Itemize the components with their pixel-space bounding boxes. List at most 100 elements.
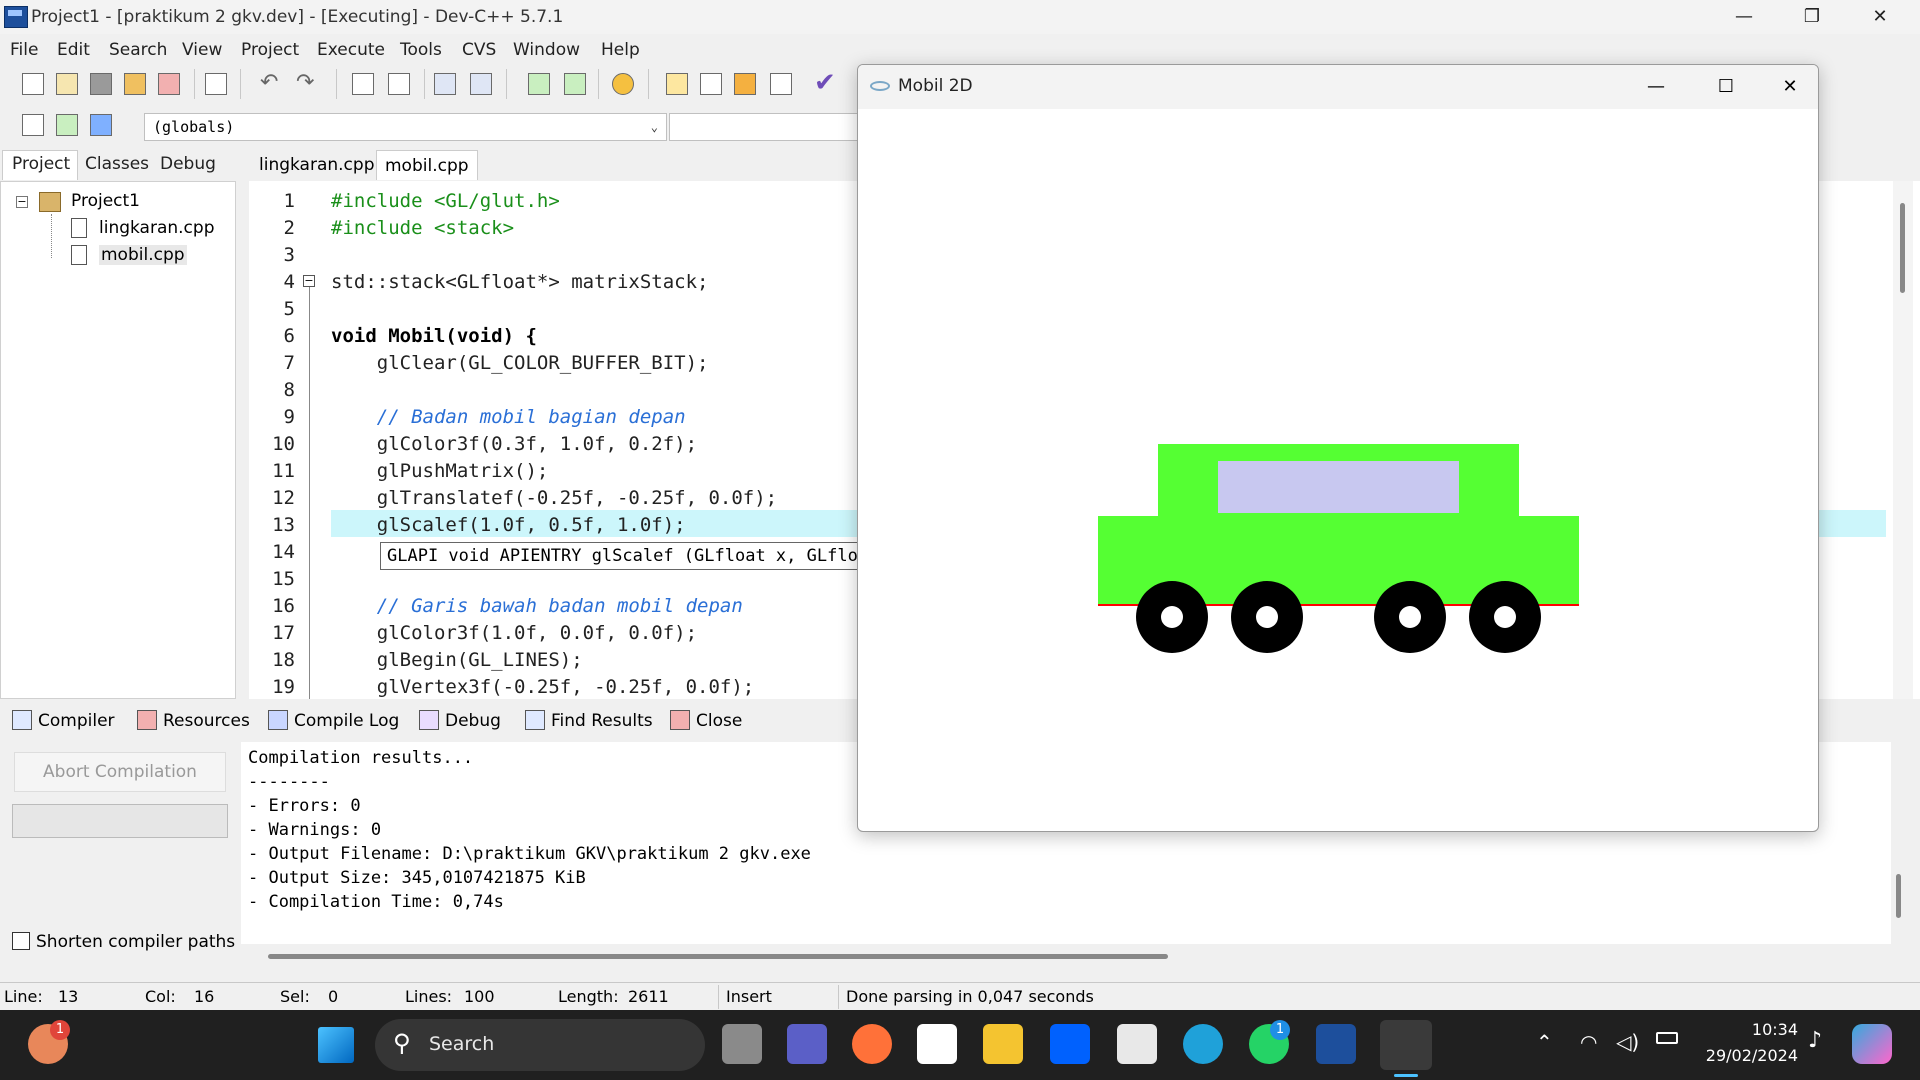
maximize-button[interactable]: ☐ (1698, 65, 1754, 109)
redo-icon[interactable]: ↷ (296, 70, 314, 95)
close-file-icon[interactable] (158, 73, 180, 95)
menu-search[interactable]: Search (109, 40, 167, 60)
dropbox-icon[interactable] (1050, 1024, 1090, 1064)
minimize-button[interactable]: — (1628, 65, 1684, 109)
toggle-bookmark-icon[interactable] (56, 114, 78, 136)
clock-time[interactable]: 10:34 (1730, 1020, 1798, 1039)
tab-project[interactable]: Project (12, 154, 70, 174)
abort-compilation-button[interactable]: Abort Compilation (14, 752, 226, 792)
chevron-up-icon[interactable]: ⌃ (1536, 1030, 1553, 1054)
tab-compile-log[interactable]: Compile Log (268, 706, 399, 736)
new-file-icon[interactable] (22, 73, 44, 95)
undo-icon[interactable]: ↶ (260, 70, 278, 95)
compile-icon[interactable] (612, 73, 634, 95)
close-button[interactable]: ✕ (1846, 0, 1914, 34)
menu-tools[interactable]: Tools (400, 40, 442, 60)
clock-date[interactable]: 29/02/2024 (1695, 1046, 1798, 1065)
wheel-hub (1256, 606, 1278, 628)
tab-find-results[interactable]: Find Results (525, 706, 653, 736)
glut-taskbar-icon[interactable] (1380, 1020, 1432, 1070)
line-number: 10 (272, 433, 295, 455)
chevron-down-icon: ⌄ (650, 120, 658, 134)
file-explorer-icon[interactable] (983, 1024, 1023, 1064)
scope-dropdown[interactable]: (globals) ⌄ (144, 113, 667, 141)
function-dropdown[interactable] (669, 113, 859, 141)
volume-icon[interactable]: ◁) (1616, 1030, 1639, 1054)
task-view-icon[interactable] (722, 1024, 762, 1064)
menu-project[interactable]: Project (241, 40, 299, 60)
project-icon (39, 192, 61, 212)
taskbar-search[interactable]: ⚲ Search (375, 1019, 705, 1071)
log-vertical-scrollbar[interactable] (1896, 874, 1901, 918)
log-horizontal-scrollbar[interactable] (268, 954, 1168, 959)
menu-execute[interactable]: Execute (317, 40, 385, 60)
tab-resources[interactable]: Resources (137, 706, 250, 736)
save-all-icon[interactable] (124, 73, 146, 95)
check-icon[interactable]: ✔ (814, 68, 836, 98)
class-browser-icon[interactable] (734, 73, 756, 95)
line-number: 8 (283, 379, 295, 401)
edge-icon[interactable] (1183, 1024, 1223, 1064)
chat-icon[interactable] (787, 1024, 827, 1064)
project-tree: − Project1 lingkaran.cpp mobil.cpp (0, 181, 236, 699)
minimize-button[interactable]: — (1710, 0, 1778, 34)
save-icon[interactable] (90, 73, 112, 95)
find-icon[interactable] (352, 73, 374, 95)
battery-icon[interactable] (1656, 1032, 1678, 1044)
editor-scrollbar[interactable] (1893, 181, 1913, 699)
window-icon[interactable] (700, 73, 722, 95)
chart-icon (268, 710, 288, 730)
print-icon[interactable] (205, 73, 227, 95)
restore-button[interactable]: ❐ (1778, 0, 1846, 34)
tab-close[interactable]: Close (670, 706, 742, 736)
fold-toggle-icon[interactable]: − (303, 275, 315, 287)
collapse-icon[interactable]: − (16, 196, 28, 208)
insert-icon[interactable] (22, 114, 44, 136)
replace-icon[interactable] (388, 73, 410, 95)
grid-icon[interactable] (770, 73, 792, 95)
devcpp-taskbar-icon[interactable] (1316, 1024, 1356, 1064)
menu-edit[interactable]: Edit (57, 40, 90, 60)
indent-icon[interactable] (434, 73, 456, 95)
bell-icon[interactable]: ♪ (1808, 1028, 1822, 1053)
line-number: 19 (272, 676, 295, 698)
log-line: - Compilation Time: 0,74s (248, 892, 504, 912)
tab-debug-bottom[interactable]: Debug (419, 706, 501, 736)
goto-line-icon[interactable] (564, 73, 586, 95)
shorten-paths-checkbox[interactable]: Shorten compiler paths (12, 932, 235, 952)
unindent-icon[interactable] (470, 73, 492, 95)
log-line: -------- (248, 772, 330, 792)
menu-view[interactable]: View (182, 40, 222, 60)
new-project-icon[interactable] (666, 73, 688, 95)
tab-mobil-cpp[interactable]: mobil.cpp (376, 150, 478, 180)
gl-output-window[interactable]: Mobil 2D — ☐ ✕ (857, 64, 1819, 832)
menu-cvs[interactable]: CVS (462, 40, 496, 60)
tab-classes[interactable]: Classes (85, 154, 149, 174)
menu-file[interactable]: File (10, 40, 38, 60)
tree-root-project1[interactable]: Project1 (71, 191, 140, 211)
start-icon[interactable] (318, 1027, 354, 1063)
close-icon (670, 710, 690, 730)
tab-lingkaran-cpp[interactable]: lingkaran.cpp (251, 150, 383, 180)
checkbox-box[interactable] (12, 932, 30, 950)
bookmark-icon[interactable] (90, 114, 112, 136)
open-file-icon[interactable] (56, 73, 78, 95)
menu-window[interactable]: Window (513, 40, 580, 60)
firefox-icon[interactable] (852, 1024, 892, 1064)
close-button[interactable]: ✕ (1762, 65, 1818, 109)
menu-help[interactable]: Help (601, 40, 640, 60)
line-number: 1 (283, 190, 295, 212)
gl-canvas (1098, 444, 1579, 653)
wifi-icon[interactable]: ◠ (1580, 1030, 1597, 1054)
goto-icon[interactable] (528, 73, 550, 95)
tree-file-mobil[interactable]: mobil.cpp (99, 245, 187, 265)
copilot-icon[interactable] (1852, 1024, 1892, 1064)
tab-debug[interactable]: Debug (160, 154, 216, 174)
tree-file-lingkaran[interactable]: lingkaran.cpp (99, 218, 215, 238)
code-line: glTranslatef(-0.25f, -0.25f, 0.0f); (331, 487, 778, 509)
store-icon[interactable] (1117, 1024, 1157, 1064)
active-indicator (1394, 1074, 1418, 1077)
scrollbar-thumb[interactable] (1900, 203, 1905, 293)
tab-compiler[interactable]: Compiler (12, 706, 115, 736)
amazon-icon[interactable] (917, 1024, 957, 1064)
